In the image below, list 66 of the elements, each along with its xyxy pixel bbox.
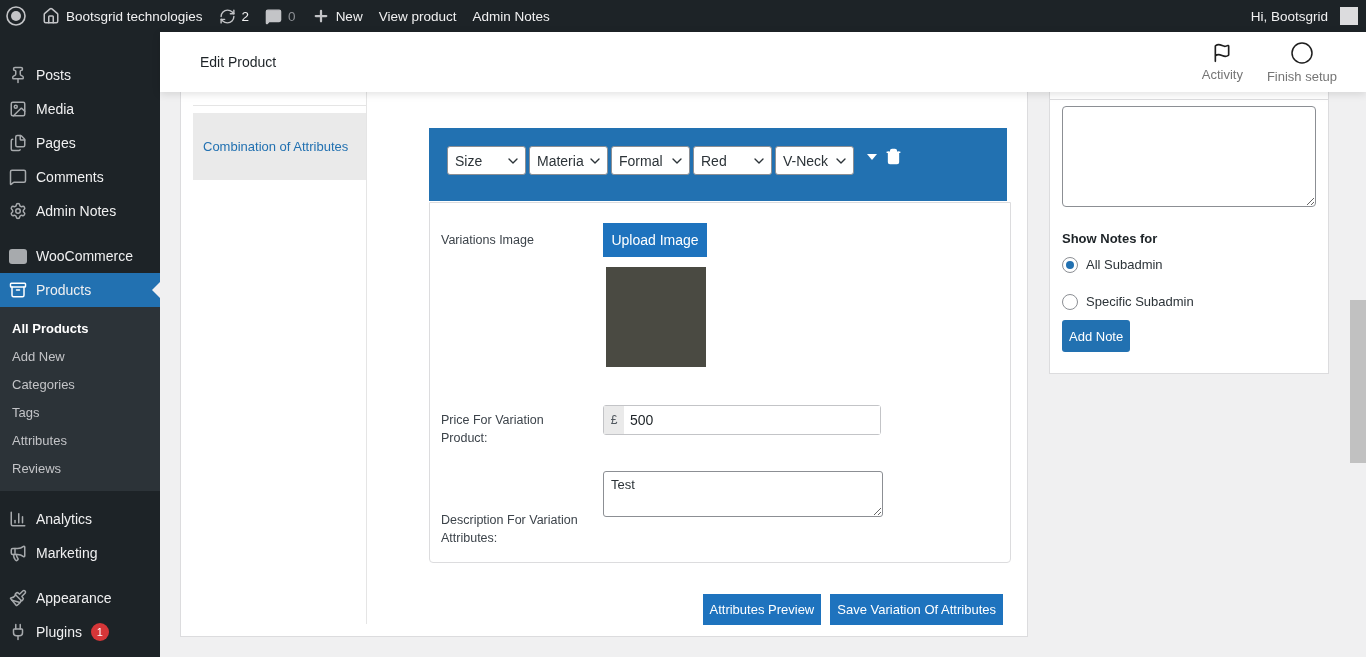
action-button[interactable]: Attributes Preview xyxy=(702,594,822,625)
submenu-item[interactable]: Tags xyxy=(0,398,160,426)
bar-chart-icon xyxy=(9,510,27,528)
section-title: Show Notes for xyxy=(1062,231,1159,246)
upload-button[interactable]: Upload Image xyxy=(603,223,707,257)
radio-option[interactable]: All Subadmin xyxy=(1062,254,1316,275)
field-label: Description For Variation Attributes: xyxy=(441,512,579,547)
flag-icon[interactable] xyxy=(1212,42,1233,63)
megaphone-icon xyxy=(9,544,27,562)
submenu-item[interactable]: All Products xyxy=(0,314,160,342)
attribute-select[interactable]: Formal xyxy=(611,146,690,175)
menu-item[interactable]: Products xyxy=(0,273,160,307)
menu-item[interactable]: Marketing xyxy=(0,536,160,570)
header-action[interactable]: Activity xyxy=(1201,42,1243,82)
toolbar-link[interactable]: Admin Notes xyxy=(472,8,550,24)
site-link[interactable]: Bootsgrid technologies xyxy=(42,7,203,25)
menu-item[interactable]: Pages xyxy=(0,126,160,160)
paintbrush-icon xyxy=(9,589,27,607)
image-icon xyxy=(9,100,27,118)
description-field[interactable]: Test xyxy=(603,471,883,517)
menu-item[interactable]: Appearance xyxy=(0,581,160,615)
logo-icon[interactable] xyxy=(6,6,26,26)
menu-item[interactable]: Analytics xyxy=(0,502,160,536)
store-icon xyxy=(9,248,27,264)
menu-item[interactable]: Plugins 1 xyxy=(0,615,160,649)
action-button[interactable]: Save Variation Of Attributes xyxy=(830,594,1003,625)
add-note-button[interactable]: Add Note xyxy=(1062,320,1131,352)
submenu-item[interactable]: Reviews xyxy=(0,454,160,482)
price-field[interactable]: £ 500 xyxy=(603,405,881,435)
header-action[interactable]: Finish setup xyxy=(1266,40,1337,84)
field-label: Variations Image xyxy=(441,232,535,249)
attribute-select[interactable]: V-Neck xyxy=(775,146,854,175)
count-badge: 1 xyxy=(90,623,109,641)
pages-icon xyxy=(9,134,27,152)
submenu-item[interactable]: Attributes xyxy=(0,426,160,454)
pin-icon xyxy=(9,66,27,84)
refresh-icon[interactable] xyxy=(218,7,236,25)
home-icon[interactable] xyxy=(42,7,60,25)
updates-link[interactable]: 2 xyxy=(218,7,250,25)
note-field[interactable] xyxy=(1062,106,1316,207)
menu-item[interactable]: Comments xyxy=(0,160,160,194)
caret-icon[interactable] xyxy=(867,153,877,160)
attribute-select[interactable]: Size xyxy=(447,146,526,175)
circle-icon[interactable] xyxy=(1289,40,1314,65)
comments-link[interactable]: 0 xyxy=(265,7,296,25)
trash-icon[interactable] xyxy=(885,148,902,165)
submenu-item[interactable]: Add New xyxy=(0,342,160,370)
page-title: Edit Product xyxy=(200,54,277,70)
menu-item[interactable]: Admin Notes xyxy=(0,194,160,228)
scrollbar-thumb[interactable] xyxy=(1350,300,1366,463)
menu-item[interactable]: WooCommerce xyxy=(0,239,160,273)
attribute-select[interactable]: Materia xyxy=(529,146,608,175)
speech-bubble-icon[interactable] xyxy=(265,7,283,25)
attribute-select[interactable]: Red xyxy=(693,146,772,175)
submenu-item[interactable]: Categories xyxy=(0,370,160,398)
menu-item[interactable]: Posts xyxy=(0,58,160,92)
speech-bubble-icon xyxy=(9,168,27,186)
field-label: Price For Variation Product: xyxy=(441,412,545,447)
menu-item[interactable]: Media xyxy=(0,92,160,126)
new-link[interactable]: New xyxy=(311,7,363,25)
toolbar-link[interactable]: View product xyxy=(378,8,457,24)
radio-option[interactable]: Specific Subadmin xyxy=(1062,291,1316,312)
gear-icon xyxy=(9,202,27,220)
tab[interactable]: Combination of Attributes xyxy=(193,113,366,180)
archive-icon xyxy=(9,281,27,299)
account-link[interactable]: Hi, Bootsgrid xyxy=(1250,7,1358,25)
